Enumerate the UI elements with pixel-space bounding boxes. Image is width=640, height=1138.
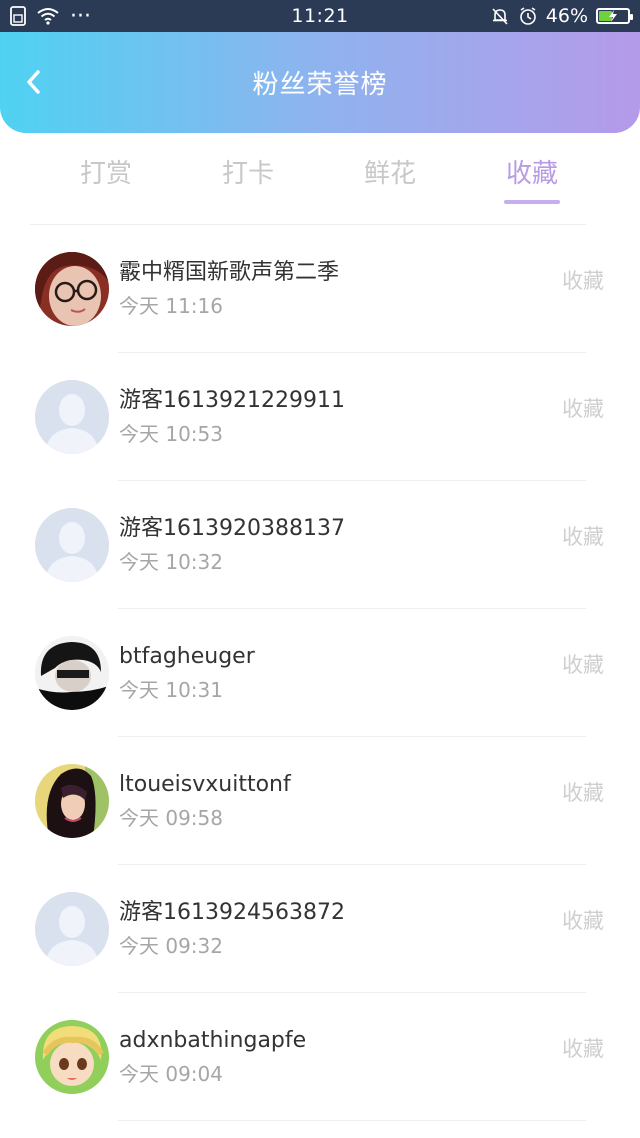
chevron-left-icon [27, 70, 40, 94]
favorite-label: 收藏 [562, 397, 604, 421]
user-name: 游客1613924563872 [119, 900, 345, 925]
screen: ··· 11:21 46% 粉丝荣誉榜 打赏 打卡 鲜花 收藏 霰中糈国新歌声第… [0, 0, 640, 1138]
row-text: ltoueisvxuittonf 今天 09:58 [119, 770, 291, 832]
favorite-label: 收藏 [562, 1037, 604, 1061]
row-text: 游客1613921229911 今天 10:53 [119, 386, 345, 448]
favorite-label: 收藏 [562, 781, 604, 805]
list-item[interactable]: 游客1613921229911 今天 10:53 收藏 [0, 353, 640, 481]
timestamp: 今天 10:53 [119, 422, 223, 446]
tab-checkin[interactable]: 打卡 [177, 153, 319, 203]
alarm-icon [518, 6, 538, 26]
avatar [35, 636, 109, 710]
list-item[interactable]: 霰中糈国新歌声第二季 今天 11:16 收藏 [0, 225, 640, 353]
timestamp: 今天 09:04 [119, 1062, 223, 1086]
favorite-label: 收藏 [562, 525, 604, 549]
timestamp: 今天 11:16 [119, 294, 223, 318]
row-text: 霰中糈国新歌声第二季 今天 11:16 [119, 258, 339, 320]
list-item[interactable]: 游客1613924563872 今天 09:32 收藏 [0, 865, 640, 993]
battery-charging-icon [596, 8, 633, 24]
list-item[interactable]: adxnbathingapfe 今天 09:04 收藏 [0, 993, 640, 1121]
row-text: btfagheuger 今天 10:31 [119, 642, 255, 704]
default-avatar-icon [35, 380, 109, 454]
page-title: 粉丝荣誉榜 [252, 70, 388, 100]
tab-label: 打卡 [221, 159, 274, 189]
status-time: 11:21 [291, 5, 349, 27]
timestamp: 今天 09:58 [119, 806, 223, 830]
timestamp: 今天 09:32 [119, 934, 223, 958]
tab-bar: 打赏 打卡 鲜花 收藏 [0, 133, 640, 225]
list-item[interactable]: 游客1613920388137 今天 10:32 收藏 [0, 481, 640, 609]
user-name: 游客1613920388137 [119, 516, 345, 541]
battery-percent: 46% [545, 5, 588, 27]
tab-reward[interactable]: 打赏 [35, 153, 177, 203]
tab-favorites[interactable]: 收藏 [461, 153, 603, 204]
tab-label: 打赏 [79, 159, 132, 189]
timestamp: 今天 10:32 [119, 550, 223, 574]
sim-icon [10, 6, 26, 26]
active-tab-indicator [504, 200, 560, 204]
tab-label: 鲜花 [363, 159, 416, 189]
user-name: 游客1613921229911 [119, 388, 345, 413]
user-name: ltoueisvxuittonf [119, 772, 291, 797]
tab-flowers[interactable]: 鲜花 [319, 153, 461, 203]
default-avatar-icon [35, 892, 109, 966]
row-text: adxnbathingapfe 今天 09:04 [119, 1026, 306, 1088]
bell-muted-icon [490, 6, 510, 26]
list-item[interactable]: ltoueisvxuittonf 今天 09:58 收藏 [0, 737, 640, 865]
header: 粉丝荣誉榜 [0, 32, 640, 133]
timestamp: 今天 10:31 [119, 678, 223, 702]
user-name: adxnbathingapfe [119, 1028, 307, 1053]
tab-label: 收藏 [505, 159, 558, 189]
default-avatar-icon [35, 508, 109, 582]
favorite-label: 收藏 [562, 653, 604, 677]
wifi-icon [36, 7, 60, 25]
row-text: 游客1613920388137 今天 10:32 [119, 514, 345, 576]
user-name: btfagheuger [119, 644, 255, 669]
status-bar: ··· 11:21 46% [0, 0, 640, 32]
user-name: 霰中糈国新歌声第二季 [119, 260, 340, 285]
row-text: 游客1613924563872 今天 09:32 [119, 898, 345, 960]
fan-list: 霰中糈国新歌声第二季 今天 11:16 收藏 游客1613921229911 今… [0, 225, 640, 1121]
status-left: ··· [10, 4, 210, 29]
avatar [35, 252, 109, 326]
back-button[interactable] [14, 62, 54, 102]
avatar [35, 1020, 109, 1094]
list-item[interactable]: btfagheuger 今天 10:31 收藏 [0, 609, 640, 737]
status-dots: ··· [70, 3, 91, 29]
favorite-label: 收藏 [562, 269, 604, 293]
favorite-label: 收藏 [562, 909, 604, 933]
avatar [35, 764, 109, 838]
status-right: 46% [430, 5, 633, 27]
